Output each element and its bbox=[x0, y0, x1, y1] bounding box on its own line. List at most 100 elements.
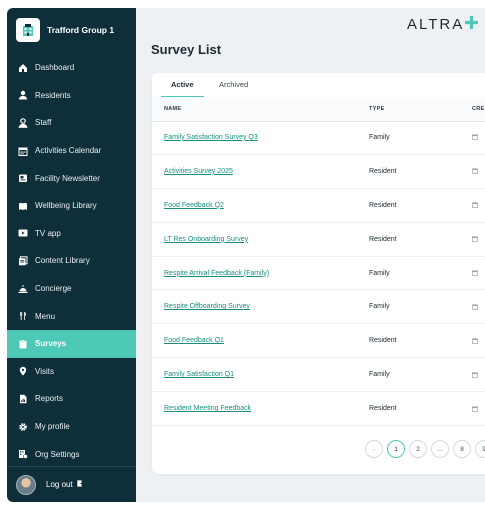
library-icon bbox=[17, 200, 28, 211]
org-header[interactable]: Trafford Group 1 bbox=[7, 8, 136, 52]
sidebar-item-label: Staff bbox=[35, 118, 52, 128]
created-calendar-icon bbox=[472, 189, 478, 222]
sidebar-item-label: Org Settings bbox=[35, 449, 80, 459]
home-icon bbox=[17, 62, 28, 73]
avatar[interactable] bbox=[16, 474, 36, 495]
survey-name-link[interactable]: Family Satisfaction Q1 bbox=[164, 358, 234, 391]
table-row: Activities Survey 2025 Resident bbox=[152, 155, 485, 189]
sidebar-item-my-profile[interactable]: My profile bbox=[7, 413, 136, 441]
table-body: Family Satisfaction Survey Q3 Family Act… bbox=[152, 121, 485, 427]
table-row: Respite Offboarding Survey Family bbox=[152, 290, 485, 325]
report-icon bbox=[17, 393, 28, 404]
sidebar-item-label: Residents bbox=[35, 90, 71, 100]
sidebar-item-org-settings[interactable]: Org Settings bbox=[7, 440, 136, 468]
sidebar-item-label: Reports bbox=[35, 394, 64, 404]
sidebar-item-label: My profile bbox=[35, 422, 70, 432]
pagination: ← 1 2 … 8 9 bbox=[365, 440, 485, 458]
survey-type: Resident bbox=[369, 167, 397, 175]
page-title: Survey List bbox=[151, 42, 222, 57]
created-calendar-icon bbox=[472, 257, 478, 290]
org-name: Trafford Group 1 bbox=[47, 25, 115, 35]
column-header-type[interactable]: TYPE bbox=[369, 97, 385, 121]
table-row: Food Feedback Q2 Resident bbox=[152, 189, 485, 223]
settings-icon bbox=[17, 449, 28, 460]
sidebar-item-label: Visits bbox=[35, 366, 54, 376]
sidebar-item-content-library[interactable]: Content Library bbox=[7, 247, 136, 275]
survey-name-link[interactable]: Resident Meeting Feedback bbox=[164, 392, 251, 425]
created-calendar-icon bbox=[472, 155, 478, 188]
sidebar-item-label: Concierge bbox=[35, 284, 72, 294]
survey-name-link[interactable]: Food Feedback Q2 bbox=[164, 189, 224, 222]
cutlery-icon bbox=[17, 311, 28, 322]
table-row: Food Feedback Q1 Resident bbox=[152, 324, 485, 359]
logout-label: Log out bbox=[46, 480, 73, 489]
page-ellipsis-button[interactable]: … bbox=[431, 440, 449, 458]
sidebar-item-residents[interactable]: Residents bbox=[7, 82, 136, 110]
table-row: Respite Arrival Feedback (Family) Family bbox=[152, 257, 485, 291]
survey-name-link[interactable]: Respite Offboarding Survey bbox=[164, 290, 250, 323]
tv-icon bbox=[17, 228, 28, 239]
staff-icon bbox=[17, 117, 28, 128]
survey-type: Family bbox=[369, 133, 390, 141]
table-row: Resident Meeting Feedback Resident bbox=[152, 392, 485, 427]
sidebar-item-label: Surveys bbox=[35, 339, 67, 349]
created-calendar-icon bbox=[472, 223, 478, 256]
sidebar: Trafford Group 1 Dashboard Residents Sta… bbox=[7, 8, 136, 502]
brand-text: ALTRA bbox=[407, 16, 465, 33]
pin-icon bbox=[17, 366, 28, 377]
logout-button[interactable]: Log out bbox=[46, 480, 84, 489]
survey-type: Resident bbox=[369, 235, 397, 243]
survey-type: Family bbox=[369, 371, 390, 379]
tab-active[interactable]: Active bbox=[161, 73, 204, 98]
survey-list-card: Active Archived NAME TYPE CRE Family Sat… bbox=[152, 73, 485, 474]
sidebar-item-reports[interactable]: Reports bbox=[7, 385, 136, 413]
prev-page-button[interactable]: ← bbox=[365, 440, 383, 458]
survey-name-link[interactable]: Family Satisfaction Survey Q3 bbox=[164, 121, 258, 154]
survey-type: Family bbox=[369, 269, 390, 277]
created-calendar-icon bbox=[472, 121, 478, 154]
tab-bar: Active Archived bbox=[152, 73, 485, 98]
sidebar-item-label: Activities Calendar bbox=[35, 146, 102, 156]
page-button-1[interactable]: 1 bbox=[387, 440, 405, 458]
sidebar-item-label: Wellbeing Library bbox=[35, 201, 97, 211]
table-row: Family Satisfaction Q1 Family bbox=[152, 358, 485, 393]
app-window: Trafford Group 1 Dashboard Residents Sta… bbox=[7, 8, 485, 502]
clipboard-icon bbox=[17, 338, 28, 349]
brand-logo: ALTRA bbox=[407, 16, 479, 33]
sidebar-item-staff[interactable]: Staff bbox=[7, 109, 136, 137]
survey-name-link[interactable]: Food Feedback Q1 bbox=[164, 324, 224, 357]
sidebar-item-activities-calendar[interactable]: Activities Calendar bbox=[7, 137, 136, 165]
sidebar-item-label: Facility Newsletter bbox=[35, 173, 100, 183]
sidebar-item-concierge[interactable]: Concierge bbox=[7, 275, 136, 303]
sidebar-nav: Dashboard Residents Staff Activities Cal… bbox=[7, 54, 136, 468]
created-calendar-icon bbox=[472, 324, 478, 357]
survey-type: Resident bbox=[369, 337, 397, 345]
org-building-icon bbox=[16, 18, 40, 42]
sidebar-item-surveys[interactable]: Surveys bbox=[7, 329, 136, 358]
survey-name-link[interactable]: LT Res Onboarding Survey bbox=[164, 223, 248, 256]
survey-name-link[interactable]: Activities Survey 2025 bbox=[164, 155, 233, 188]
page-button-9[interactable]: 9 bbox=[475, 440, 485, 458]
newsletter-icon bbox=[17, 173, 28, 184]
sidebar-item-tv-app[interactable]: TV app bbox=[7, 220, 136, 248]
survey-name-link[interactable]: Respite Arrival Feedback (Family) bbox=[164, 257, 269, 290]
page-button-8[interactable]: 8 bbox=[453, 440, 471, 458]
content-icon bbox=[17, 255, 28, 266]
survey-type: Family bbox=[369, 303, 390, 311]
table-row: Family Satisfaction Survey Q3 Family bbox=[152, 121, 485, 155]
created-calendar-icon bbox=[472, 358, 478, 391]
sidebar-item-dashboard[interactable]: Dashboard bbox=[7, 54, 136, 82]
sidebar-item-visits[interactable]: Visits bbox=[7, 358, 136, 386]
gear-icon bbox=[17, 421, 28, 432]
sidebar-item-wellbeing-library[interactable]: Wellbeing Library bbox=[7, 192, 136, 220]
survey-type: Resident bbox=[369, 405, 397, 413]
tab-archived[interactable]: Archived bbox=[219, 73, 248, 96]
sidebar-item-menu[interactable]: Menu bbox=[7, 302, 136, 330]
table-row: LT Res Onboarding Survey Resident bbox=[152, 223, 485, 257]
calendar-icon bbox=[17, 145, 28, 156]
sidebar-item-facility-newsletter[interactable]: Facility Newsletter bbox=[7, 164, 136, 192]
column-header-name[interactable]: NAME bbox=[164, 97, 181, 121]
column-header-created[interactable]: CRE bbox=[472, 97, 485, 121]
page-button-2[interactable]: 2 bbox=[409, 440, 427, 458]
brand-plus-icon bbox=[465, 16, 479, 33]
